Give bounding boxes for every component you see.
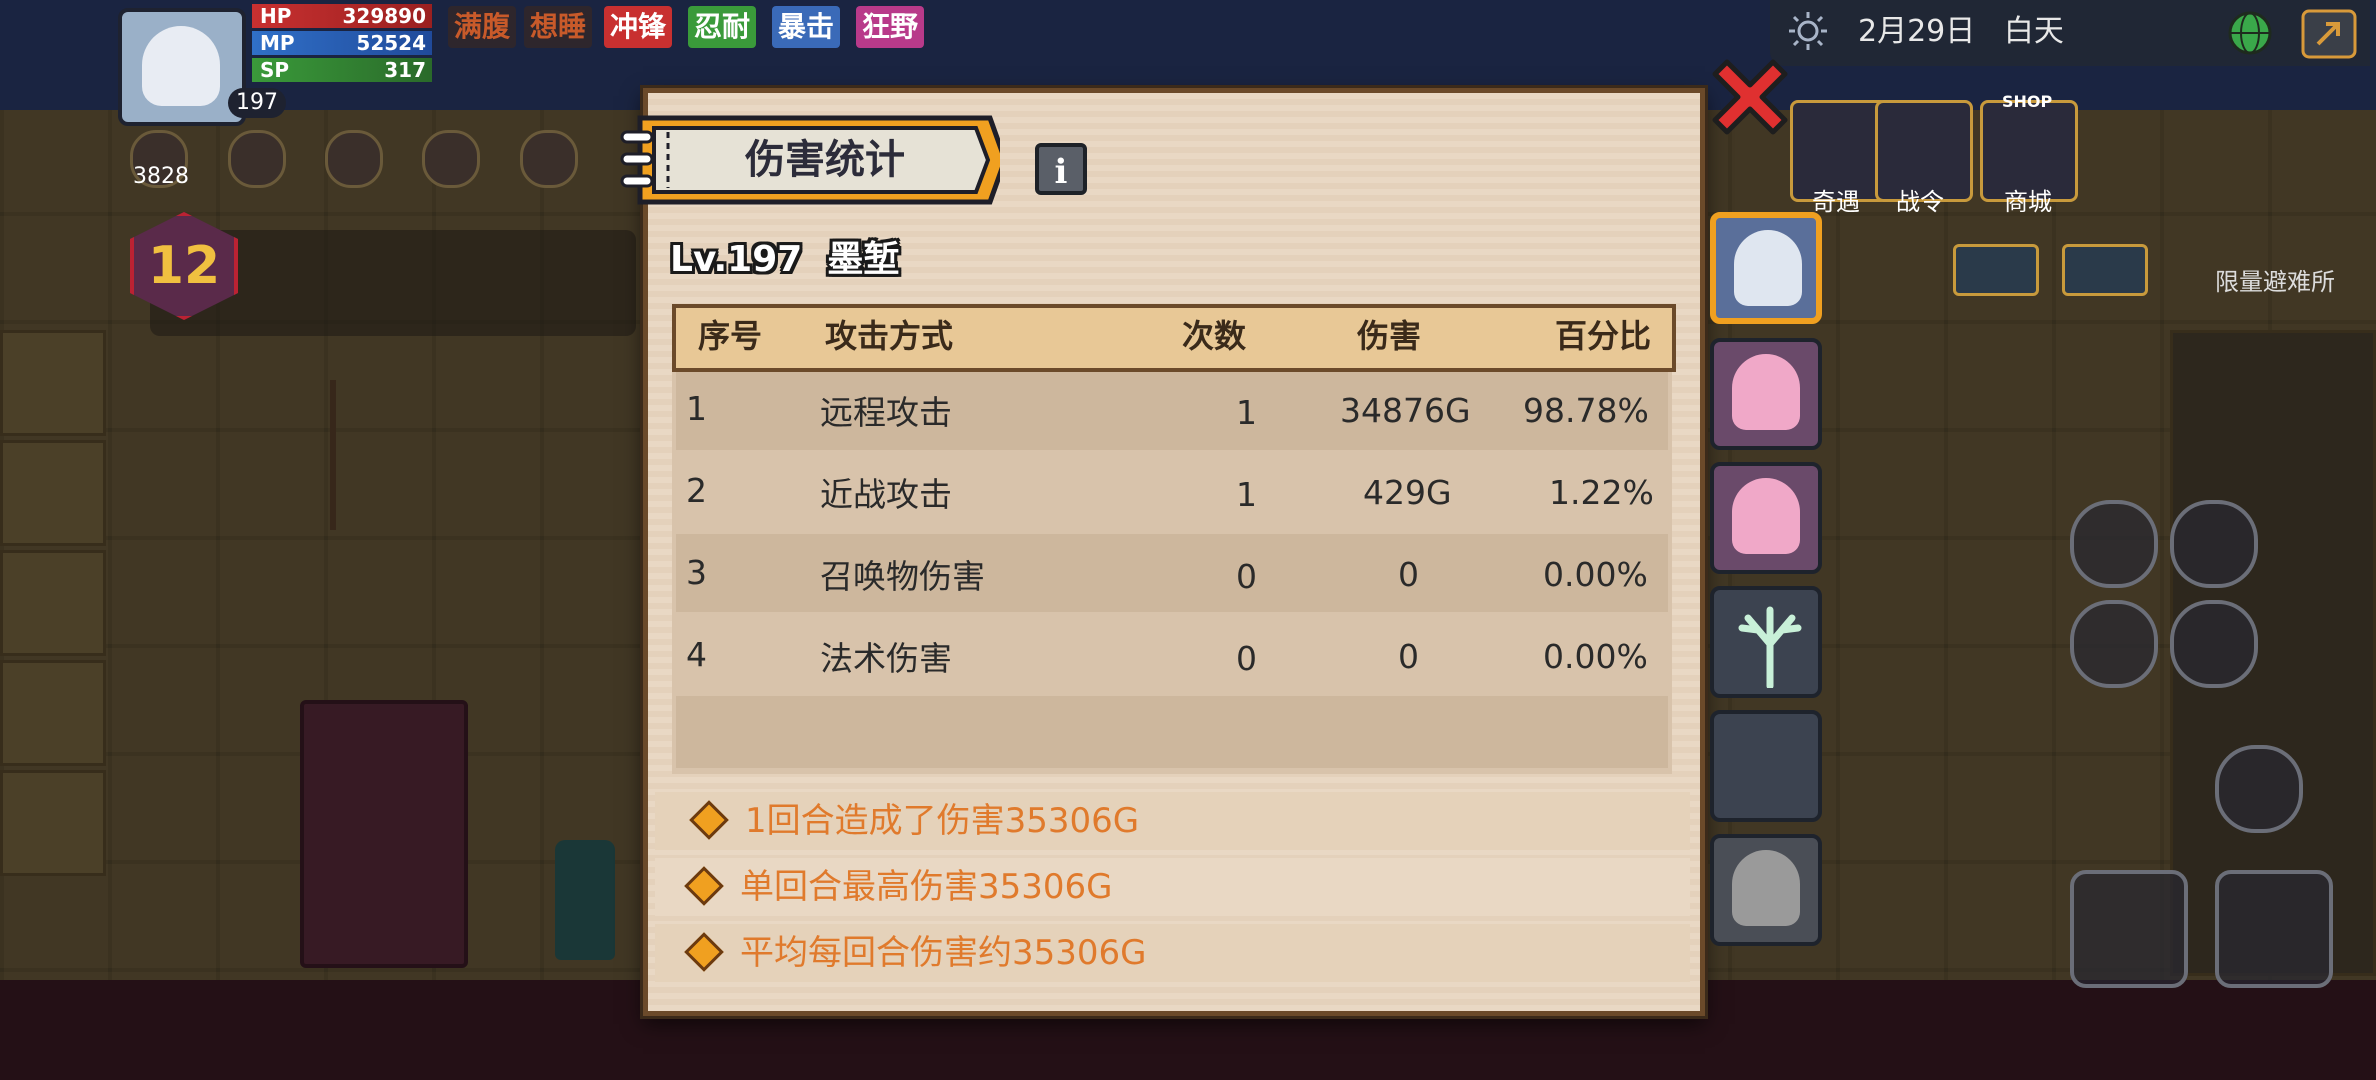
date-display: 2月29日 白天 — [1858, 12, 2064, 52]
skill-icon-1[interactable] — [228, 130, 286, 188]
buff-sleepy[interactable]: 想睡 — [524, 6, 593, 48]
header-count: 次数 — [1182, 317, 1247, 355]
character-portrait — [1732, 354, 1800, 430]
row3-type: 召唤物伤害 — [820, 557, 985, 596]
gold-count: 3828 — [133, 164, 189, 189]
row2-percent: 1.22% — [1549, 473, 1654, 512]
row2-type: 近战攻击 — [820, 475, 952, 514]
summary-total-damage: 1回合造成了伤害35306G — [745, 801, 1140, 841]
header-index: 序号 — [698, 317, 763, 355]
hourglass-button[interactable] — [2215, 745, 2303, 833]
dropdown-toggle-2[interactable] — [2062, 244, 2148, 296]
sp-label: SP — [260, 58, 290, 82]
player-level-tag: 197 — [228, 88, 286, 118]
hp-label: HP — [260, 4, 292, 28]
buff-charge[interactable]: 冲锋 — [604, 6, 673, 48]
row1-type: 远程攻击 — [820, 393, 952, 432]
avatar-portrait — [142, 26, 220, 106]
info-icon[interactable]: i — [1035, 143, 1087, 195]
antler-icon — [1738, 606, 1802, 688]
character-portrait — [1732, 850, 1800, 926]
shop-label: 商城 — [2004, 188, 2052, 216]
character-slot-locked[interactable] — [1710, 834, 1822, 946]
shelter-label: 限量避难所 — [2215, 268, 2335, 296]
mp-value: 52524 — [356, 31, 426, 55]
skill-icon-4[interactable] — [520, 130, 578, 188]
row2-count: 1 — [1236, 475, 1257, 514]
skill-icon-2[interactable] — [325, 130, 383, 188]
character-slot-empty[interactable] — [1710, 710, 1822, 822]
character-portrait — [1732, 478, 1800, 554]
player-name: 墨堑 — [827, 239, 900, 280]
player-level: Lv.197 — [670, 239, 803, 280]
attack-skill-button[interactable] — [2070, 500, 2158, 588]
shop-tag: SHOP — [2002, 92, 2053, 111]
row3-index: 3 — [686, 553, 707, 592]
date-value: 2月29日 — [1858, 14, 1976, 49]
sword-button[interactable] — [2070, 870, 2188, 988]
search-button[interactable] — [2070, 600, 2158, 688]
sun-icon — [1789, 12, 1827, 50]
row2-damage: 429G — [1363, 473, 1452, 512]
header-attack-type: 攻击方式 — [825, 317, 954, 355]
table-header — [672, 304, 1676, 372]
dropdown-toggle-1[interactable] — [1953, 244, 2039, 296]
row4-index: 4 — [686, 635, 707, 674]
buff-wild[interactable]: 狂野 — [856, 6, 925, 48]
character-slot-nurse-a[interactable] — [1710, 338, 1822, 450]
sp-bar: SP 317 — [252, 58, 432, 82]
hp-bar: HP 329890 — [252, 4, 432, 28]
character-slot-hero[interactable] — [1710, 212, 1822, 324]
row1-damage: 34876G — [1340, 391, 1471, 430]
dialog-title: 伤害统计 — [745, 137, 905, 183]
row3-count: 0 — [1236, 557, 1257, 596]
row1-count: 1 — [1236, 393, 1257, 432]
globe-icon[interactable] — [2225, 8, 2275, 58]
row4-count: 0 — [1236, 639, 1257, 678]
header-percent: 百分比 — [1555, 317, 1652, 355]
row4-type: 法术伤害 — [820, 639, 952, 678]
exit-icon[interactable] — [2300, 8, 2358, 60]
row3-damage: 0 — [1398, 555, 1419, 594]
mp-label: MP — [260, 31, 295, 55]
hp-value: 329890 — [342, 4, 427, 28]
close-icon[interactable] — [1705, 52, 1795, 142]
buff-crit[interactable]: 暴击 — [772, 6, 841, 48]
row2-index: 2 — [686, 471, 707, 510]
row4-damage: 0 — [1398, 637, 1419, 676]
buff-endure[interactable]: 忍耐 — [688, 6, 757, 48]
table-row-empty — [676, 696, 1668, 768]
player-avatar[interactable] — [118, 8, 246, 126]
header-damage: 伤害 — [1357, 317, 1422, 355]
character-slot-antler-spirit[interactable] — [1710, 586, 1822, 698]
mp-bar: MP 52524 — [252, 31, 432, 55]
battle-pass-label: 战令 — [1896, 188, 1944, 216]
zoom-button[interactable] — [2170, 600, 2258, 688]
character-slot-nurse-b[interactable] — [1710, 462, 1822, 574]
row4-percent: 0.00% — [1543, 637, 1648, 676]
skill-icon-3[interactable] — [422, 130, 480, 188]
row3-percent: 0.00% — [1543, 555, 1648, 594]
player-info-line: Lv.197 墨堑 — [670, 230, 899, 282]
time-of-day: 白天 — [2003, 14, 2064, 49]
row1-percent: 98.78% — [1523, 391, 1649, 430]
row1-index: 1 — [686, 389, 707, 428]
character-portrait — [1734, 230, 1802, 306]
sp-value: 317 — [384, 58, 426, 82]
buff-full[interactable]: 满腹 — [448, 6, 517, 48]
star-button[interactable] — [2170, 500, 2258, 588]
bow-button[interactable] — [2215, 870, 2333, 988]
summary-max-damage: 单回合最高伤害35306G — [740, 867, 1113, 907]
summary-avg-damage: 平均每回合伤害约35306G — [740, 933, 1147, 973]
